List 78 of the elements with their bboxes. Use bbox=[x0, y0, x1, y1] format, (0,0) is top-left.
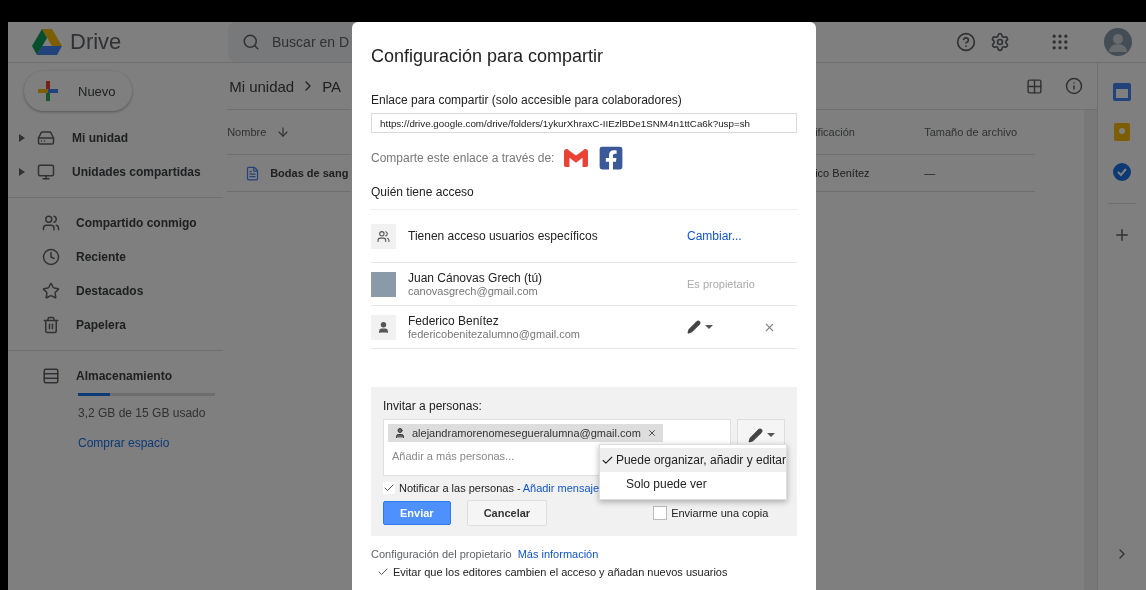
mail-icon[interactable] bbox=[564, 146, 589, 170]
owner-settings-label: Configuración del propietario bbox=[371, 548, 512, 560]
column-header[interactable]: Nombre bbox=[227, 126, 267, 138]
nav-item[interactable]: Destacados bbox=[76, 284, 144, 298]
drive-icon bbox=[37, 129, 55, 147]
nav-item[interactable]: Papelera bbox=[76, 318, 127, 332]
access-heading: Quién tiene acceso bbox=[371, 185, 797, 210]
apps-icon[interactable] bbox=[1050, 32, 1070, 52]
change-link[interactable]: Cambiar... bbox=[687, 229, 797, 243]
storage-icon bbox=[42, 367, 60, 385]
person-icon bbox=[371, 314, 396, 340]
person-email: federicobenitezalumno@gmail.com bbox=[408, 328, 581, 340]
checkbox[interactable] bbox=[383, 482, 395, 494]
shared-drive-icon bbox=[37, 163, 55, 181]
profile-photo-placeholder bbox=[371, 271, 396, 297]
send-button[interactable]: Enviar bbox=[383, 501, 451, 525]
notify-label: Notificar a las personas - bbox=[399, 482, 521, 494]
caret-icon bbox=[766, 433, 775, 437]
search-field[interactable]: Buscar en D bbox=[228, 22, 352, 62]
table-cell-text: ico Benítez bbox=[815, 167, 871, 179]
breadcrumb-item[interactable]: PA bbox=[322, 77, 342, 95]
buy-storage-link[interactable]: Comprar espacio bbox=[78, 436, 228, 450]
option-label: Evitar que los editores cambien el acceso y añadan nuevos usuarios bbox=[393, 566, 728, 578]
checkbox[interactable] bbox=[653, 506, 668, 520]
person-icon bbox=[394, 427, 406, 439]
calendar-icon[interactable] bbox=[1113, 83, 1132, 101]
star-icon bbox=[42, 282, 60, 300]
settings-icon[interactable] bbox=[990, 32, 1010, 52]
clock-icon bbox=[42, 248, 60, 266]
email-chip[interactable]: alejandramorenomesegueralumna@gmail.com bbox=[388, 424, 663, 442]
more-info-link[interactable]: Más información bbox=[517, 548, 599, 560]
expand-arrow-icon[interactable] bbox=[19, 168, 25, 176]
caret-icon bbox=[705, 325, 713, 329]
add-message-link[interactable]: Añadir mensaje bbox=[522, 482, 600, 494]
access-text: Tienen acceso usuarios específicos bbox=[408, 229, 599, 243]
role-label: Es propietario bbox=[687, 278, 756, 290]
close-icon[interactable] bbox=[646, 428, 657, 438]
permission-dropdown[interactable] bbox=[687, 320, 713, 334]
help-icon[interactable] bbox=[956, 32, 976, 52]
pencil-icon bbox=[747, 427, 763, 443]
column-header[interactable]: ificación bbox=[815, 126, 925, 138]
search-icon bbox=[242, 33, 260, 51]
grid-view-icon[interactable] bbox=[1026, 77, 1044, 95]
new-button[interactable]: Nuevo bbox=[24, 71, 132, 111]
storage-usage: 3,2 GB de 15 GB usado bbox=[78, 406, 207, 420]
person-email: canovasgrech@gmail.com bbox=[408, 285, 539, 297]
avatar-icon[interactable] bbox=[1104, 28, 1132, 56]
menu-item[interactable]: Puede organizar, añadir y editar bbox=[600, 448, 786, 472]
nav-item[interactable]: Mi unidad bbox=[72, 131, 128, 145]
person-name: Federico Benítez bbox=[408, 314, 500, 328]
invite-label: Invitar a personas: bbox=[383, 399, 483, 413]
task-check-icon[interactable] bbox=[1113, 163, 1132, 181]
person-name: Juan Cánovas Grech (tú) bbox=[408, 271, 544, 285]
people-icon bbox=[371, 223, 396, 249]
share-link-field[interactable]: https://drive.google.com/drive/folders/1ykurXhraxC-IIEzlBDe1SNM4n1ttCa6k?usp=sh bbox=[371, 113, 797, 133]
facebook-icon[interactable] bbox=[598, 145, 625, 171]
nav-item[interactable]: Reciente bbox=[76, 250, 127, 264]
nav-item[interactable]: Unidades compartidas bbox=[72, 165, 201, 179]
table-cell: — bbox=[924, 167, 936, 179]
file-name[interactable]: Bodas de sang bbox=[270, 167, 349, 179]
link-label: Enlace para compartir (solo accesible para colaboradores) bbox=[371, 93, 683, 107]
document-icon bbox=[245, 165, 261, 181]
expand-arrow-icon[interactable] bbox=[19, 134, 25, 142]
share-via-label: Comparte este enlace a través de: bbox=[371, 151, 555, 165]
menu-item[interactable]: Solo puede ver bbox=[600, 472, 786, 496]
cancel-button[interactable]: Cancelar bbox=[466, 500, 548, 526]
copy-label: Enviarme una copia bbox=[671, 507, 769, 519]
breadcrumb-item[interactable]: Mi unidad bbox=[229, 77, 295, 95]
app-name: Drive bbox=[70, 29, 122, 55]
dialog-title: Configuración para compartir bbox=[371, 46, 605, 67]
column-header[interactable]: Tamaño de archivo bbox=[924, 126, 1018, 138]
drive-logo-icon bbox=[32, 29, 62, 55]
nav-item[interactable]: Compartido conmigo bbox=[76, 216, 197, 230]
people-icon bbox=[42, 214, 60, 232]
info-icon[interactable] bbox=[1065, 77, 1084, 95]
storage-label[interactable]: Almacenamiento bbox=[76, 369, 173, 383]
plus-icon bbox=[36, 79, 60, 103]
trash-icon bbox=[42, 316, 60, 334]
